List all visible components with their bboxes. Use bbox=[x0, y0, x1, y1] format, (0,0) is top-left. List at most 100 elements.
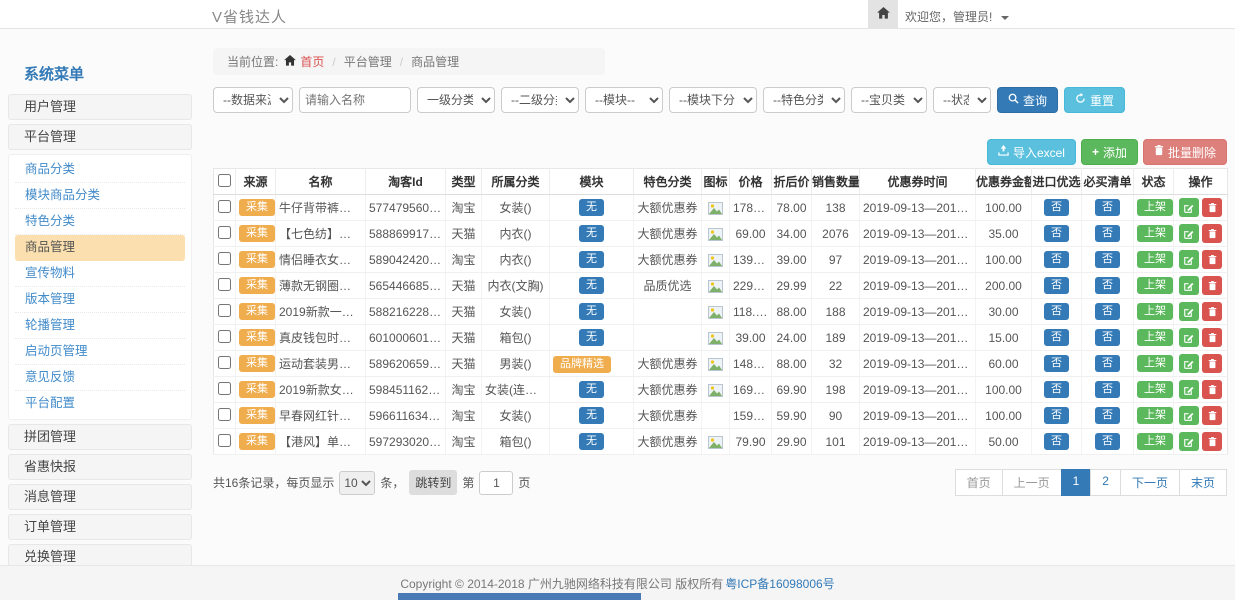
edit-button[interactable] bbox=[1179, 328, 1199, 347]
edit-button[interactable] bbox=[1179, 406, 1199, 425]
must-buy-toggle[interactable]: 否 bbox=[1095, 277, 1120, 294]
status-badge[interactable]: 上架 bbox=[1137, 355, 1173, 372]
row-checkbox[interactable] bbox=[218, 278, 231, 291]
import-select-toggle[interactable]: 否 bbox=[1044, 355, 1069, 372]
status-badge[interactable]: 上架 bbox=[1137, 199, 1173, 216]
status-badge[interactable]: 上架 bbox=[1137, 225, 1173, 242]
import-select-toggle[interactable]: 否 bbox=[1044, 251, 1069, 268]
search-button[interactable]: 查询 bbox=[997, 87, 1058, 113]
sidebar-item-feature-category[interactable]: 特色分类 bbox=[15, 209, 185, 235]
sidebar-item-group-buy-mgmt[interactable]: 拼团管理 bbox=[8, 424, 192, 450]
import-select-toggle[interactable]: 否 bbox=[1044, 329, 1069, 346]
status-badge[interactable]: 上架 bbox=[1137, 407, 1173, 424]
delete-button[interactable] bbox=[1202, 224, 1222, 243]
must-buy-toggle[interactable]: 否 bbox=[1095, 303, 1120, 320]
must-buy-toggle[interactable]: 否 bbox=[1095, 381, 1120, 398]
import-select-toggle[interactable]: 否 bbox=[1044, 303, 1069, 320]
must-buy-toggle[interactable]: 否 bbox=[1095, 225, 1120, 242]
breadcrumb-home-link[interactable]: 首页 bbox=[300, 53, 324, 70]
sidebar-item-module-goods-category[interactable]: 模块商品分类 bbox=[15, 183, 185, 209]
must-buy-toggle[interactable]: 否 bbox=[1095, 355, 1120, 372]
delete-button[interactable] bbox=[1202, 380, 1222, 399]
status-badge[interactable]: 上架 bbox=[1137, 303, 1173, 320]
sidebar-item-exchange-mgmt[interactable]: 兑换管理 bbox=[8, 544, 192, 565]
item-type-select[interactable]: --宝贝类型-- bbox=[851, 87, 927, 113]
next-page-button[interactable]: 下一页 bbox=[1120, 469, 1180, 496]
sidebar-item-platform-mgmt[interactable]: 平台管理 bbox=[8, 124, 192, 150]
row-checkbox[interactable] bbox=[218, 356, 231, 369]
sidebar-item-message-mgmt[interactable]: 消息管理 bbox=[8, 484, 192, 510]
page-1-button[interactable]: 1 bbox=[1061, 469, 1092, 496]
edit-button[interactable] bbox=[1179, 380, 1199, 399]
name-search-input[interactable] bbox=[299, 87, 411, 113]
page-number-input[interactable] bbox=[479, 471, 513, 495]
status-badge[interactable]: 上架 bbox=[1137, 329, 1173, 346]
last-page-button[interactable]: 末页 bbox=[1179, 469, 1227, 496]
edit-button[interactable] bbox=[1179, 198, 1199, 217]
sidebar-item-goods-mgmt[interactable]: 商品管理 bbox=[15, 235, 185, 261]
edit-button[interactable] bbox=[1179, 224, 1199, 243]
row-checkbox[interactable] bbox=[218, 382, 231, 395]
row-checkbox[interactable] bbox=[218, 252, 231, 265]
home-button[interactable] bbox=[868, 0, 898, 28]
row-checkbox[interactable] bbox=[218, 226, 231, 239]
batch-delete-button[interactable]: 批量删除 bbox=[1143, 139, 1227, 165]
row-checkbox[interactable] bbox=[218, 330, 231, 343]
edit-button[interactable] bbox=[1179, 276, 1199, 295]
sidebar-item-carousel-mgmt[interactable]: 轮播管理 bbox=[15, 313, 185, 339]
must-buy-toggle[interactable]: 否 bbox=[1095, 329, 1120, 346]
sidebar-item-promo-material[interactable]: 宣传物料 bbox=[15, 261, 185, 287]
status-badge[interactable]: 上架 bbox=[1137, 251, 1173, 268]
row-checkbox[interactable] bbox=[218, 304, 231, 317]
breadcrumb-level1[interactable]: 平台管理 bbox=[344, 53, 392, 70]
breadcrumb-level2[interactable]: 商品管理 bbox=[411, 53, 459, 70]
sidebar-item-splash-mgmt[interactable]: 启动页管理 bbox=[15, 339, 185, 365]
add-button[interactable]: + 添加 bbox=[1081, 139, 1138, 165]
must-buy-toggle[interactable]: 否 bbox=[1095, 433, 1120, 450]
edit-button[interactable] bbox=[1179, 250, 1199, 269]
sidebar-item-feedback[interactable]: 意见反馈 bbox=[15, 365, 185, 391]
delete-button[interactable] bbox=[1202, 198, 1222, 217]
import-excel-button[interactable]: 导入excel bbox=[987, 139, 1076, 165]
level2-category-select[interactable]: --二级分类-- bbox=[501, 87, 579, 113]
edit-button[interactable] bbox=[1179, 302, 1199, 321]
import-select-toggle[interactable]: 否 bbox=[1044, 277, 1069, 294]
icp-link[interactable]: 粤ICP备16098006号 bbox=[725, 575, 834, 592]
row-checkbox[interactable] bbox=[218, 408, 231, 421]
delete-button[interactable] bbox=[1202, 406, 1222, 425]
sidebar-item-express-news[interactable]: 省惠快报 bbox=[8, 454, 192, 480]
jump-button[interactable]: 跳转到 bbox=[409, 470, 457, 495]
import-select-toggle[interactable]: 否 bbox=[1044, 381, 1069, 398]
prev-page-button[interactable]: 上一页 bbox=[1002, 469, 1062, 496]
module-subcategory-select[interactable]: --模块下分类-- bbox=[669, 87, 757, 113]
import-select-toggle[interactable]: 否 bbox=[1044, 407, 1069, 424]
sidebar-item-goods-category[interactable]: 商品分类 bbox=[15, 157, 185, 183]
delete-button[interactable] bbox=[1202, 328, 1222, 347]
delete-button[interactable] bbox=[1202, 354, 1222, 373]
row-checkbox[interactable] bbox=[218, 200, 231, 213]
status-badge[interactable]: 上架 bbox=[1137, 433, 1173, 450]
status-select[interactable]: --状态-- bbox=[933, 87, 991, 113]
delete-button[interactable] bbox=[1202, 250, 1222, 269]
module-select[interactable]: --模块-- bbox=[585, 87, 663, 113]
edit-button[interactable] bbox=[1179, 354, 1199, 373]
page-2-button[interactable]: 2 bbox=[1090, 469, 1121, 496]
select-all-checkbox[interactable] bbox=[218, 174, 231, 187]
delete-button[interactable] bbox=[1202, 302, 1222, 321]
data-source-select[interactable]: --数据来源-- bbox=[213, 87, 293, 113]
import-select-toggle[interactable]: 否 bbox=[1044, 225, 1069, 242]
sidebar-item-version-mgmt[interactable]: 版本管理 bbox=[15, 287, 185, 313]
per-page-select[interactable]: 10 bbox=[339, 471, 375, 495]
sidebar-item-user-mgmt[interactable]: 用户管理 bbox=[8, 94, 192, 120]
status-badge[interactable]: 上架 bbox=[1137, 381, 1173, 398]
reset-button[interactable]: 重置 bbox=[1064, 87, 1125, 113]
import-select-toggle[interactable]: 否 bbox=[1044, 433, 1069, 450]
sidebar-item-order-mgmt[interactable]: 订单管理 bbox=[8, 514, 192, 540]
level1-category-select[interactable]: 一级分类 bbox=[417, 87, 495, 113]
delete-button[interactable] bbox=[1202, 276, 1222, 295]
first-page-button[interactable]: 首页 bbox=[955, 469, 1003, 496]
must-buy-toggle[interactable]: 否 bbox=[1095, 251, 1120, 268]
import-select-toggle[interactable]: 否 bbox=[1044, 199, 1069, 216]
edit-button[interactable] bbox=[1179, 432, 1199, 451]
delete-button[interactable] bbox=[1202, 432, 1222, 451]
